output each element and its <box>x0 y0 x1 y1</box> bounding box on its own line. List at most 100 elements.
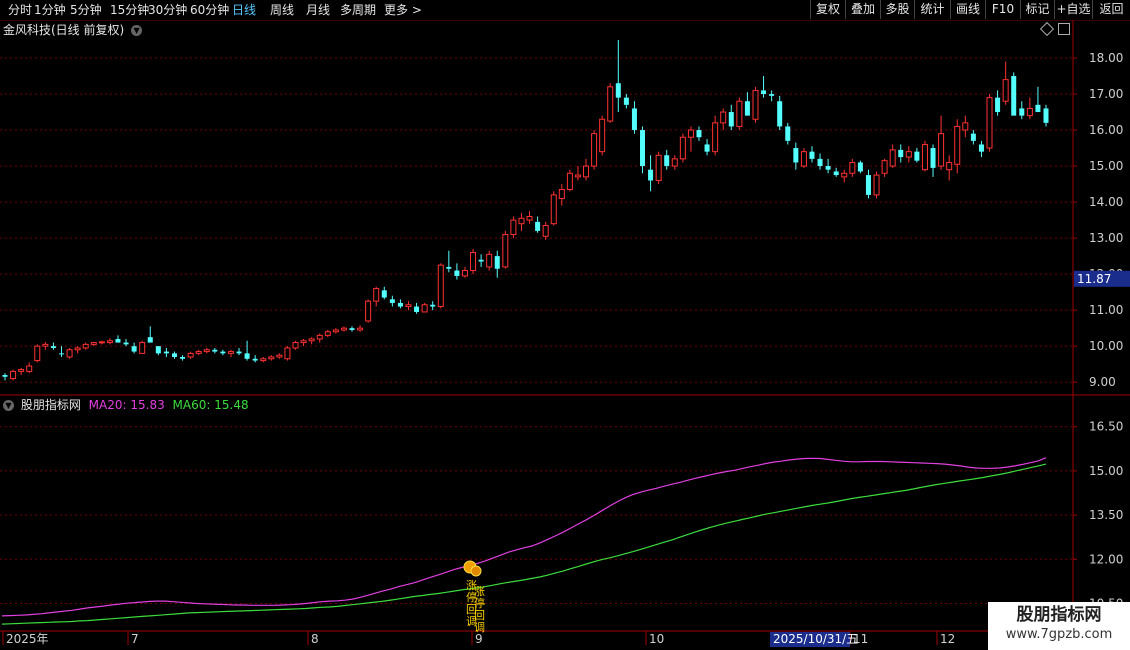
candle-body-down <box>769 94 775 96</box>
candle-body-down <box>696 130 702 138</box>
candle-body-down <box>914 151 920 161</box>
candle-body-down <box>180 356 186 359</box>
candle-body-up <box>268 356 275 360</box>
watermark-name: 股朋指标网 <box>1016 605 1102 625</box>
candle-body-down <box>785 126 791 141</box>
indicator-axis-label: 12.00 <box>1089 552 1123 566</box>
candle-body-up <box>405 304 412 308</box>
candle-body-up <box>921 143 928 171</box>
candle-body-up <box>510 219 517 236</box>
candle-body-down <box>1035 104 1041 113</box>
ma20-line <box>1 457 1047 617</box>
candle-body-up <box>74 347 81 351</box>
candle-body-down <box>535 221 541 231</box>
candle-body-down <box>970 133 976 141</box>
candle-body-up <box>550 194 557 225</box>
candle-body-down <box>857 162 863 172</box>
candle-body-up <box>671 158 678 167</box>
candle-body-up <box>203 349 210 353</box>
candle-body-down <box>349 328 355 330</box>
candle-body-up <box>849 161 856 174</box>
candle-body-up <box>574 174 581 178</box>
candle-body-up <box>82 343 89 349</box>
cursor-date-label: 2025/10/31/五 <box>773 632 858 646</box>
stock-title: 金风科技(日线 前复权) <box>3 23 125 37</box>
current-price-label: 11.87 <box>1077 272 1111 286</box>
candle-body-up <box>324 331 331 336</box>
candle-body-down <box>478 259 484 262</box>
candle-body-up <box>90 342 97 345</box>
price-axis-label: 11.00 <box>1089 303 1123 317</box>
candle-body-up <box>526 216 533 221</box>
ma60-label: MA60: 15.48 <box>172 398 249 412</box>
candle-body-down <box>454 270 460 276</box>
candle-body-down <box>728 112 734 127</box>
candle-body-down <box>809 151 815 159</box>
candle-body-down <box>381 290 387 298</box>
candle-body-up <box>607 86 614 122</box>
watermark: 股朋指标网 www.7gpzb.com <box>988 602 1130 650</box>
candle-body-down <box>640 130 646 167</box>
candle-body-down <box>817 158 823 167</box>
candle-body-down <box>414 306 420 312</box>
candle-body-up <box>308 338 315 342</box>
candle-body-down <box>252 358 258 361</box>
indicator-axis-label: 15.00 <box>1089 464 1123 478</box>
candle-body-up <box>599 118 606 153</box>
candle-body-up <box>195 351 202 354</box>
candle-body-up <box>583 165 590 178</box>
price-axis-label: 16.00 <box>1089 123 1123 137</box>
candle-body-down <box>833 171 839 176</box>
candle-body-up <box>502 234 509 268</box>
candle-body-up <box>542 225 549 237</box>
candle-body-down <box>397 302 403 307</box>
candle-body-down <box>244 353 250 359</box>
candle-body-down <box>2 374 8 377</box>
candle-body-down <box>793 148 799 163</box>
candle-body-up <box>687 129 694 138</box>
indicator-name[interactable]: 股朋指标网 <box>21 398 81 412</box>
candle-body-down <box>1011 76 1017 116</box>
candle-body-down <box>978 144 984 152</box>
candle-body-up <box>679 136 686 160</box>
candle-body-up <box>889 149 896 167</box>
candle-body-up <box>98 341 105 344</box>
candle-body-up <box>470 252 477 272</box>
candle-body-up <box>34 345 41 362</box>
candle-body-up <box>421 304 428 313</box>
chevron-down-icon[interactable]: ▼ <box>3 400 14 411</box>
candle-body-down <box>865 175 871 195</box>
candle-body-up <box>284 347 291 360</box>
candle-body-up <box>260 358 267 362</box>
candle-body-up <box>10 370 17 380</box>
candle-body-down <box>623 97 629 105</box>
window-maximize-icon[interactable] <box>1058 23 1070 35</box>
candle-body-up <box>736 100 743 127</box>
candle-body-up <box>106 340 113 344</box>
time-axis-label: 10 <box>649 632 664 646</box>
kline-chart[interactable]: 18.00 17.00 16.00 15.00 14.00 13.00 12.00 11.00… <box>0 0 1130 650</box>
ma60-line <box>1 463 1047 625</box>
candle-body-up <box>365 300 372 322</box>
candle-body-down <box>898 149 904 158</box>
candle-body-down <box>220 351 226 354</box>
candle-body-up <box>18 369 25 372</box>
time-axis-label: 2025年 <box>6 632 49 646</box>
ma20-label: MA20: 15.83 <box>88 398 165 412</box>
candle-body-down <box>430 304 436 307</box>
candle-body-down <box>171 353 177 357</box>
candle-body-up <box>986 97 993 149</box>
price-axis-label: 17.00 <box>1089 87 1123 101</box>
price-axis-label: 15.00 <box>1089 159 1123 173</box>
candle-body-up <box>66 349 73 358</box>
chevron-down-icon[interactable]: ▼ <box>131 25 143 36</box>
candle-body-down <box>930 148 936 168</box>
price-axis-label: 13.00 <box>1089 231 1123 245</box>
candle-body-down <box>236 351 242 354</box>
watermark-url: www.7gpzb.com <box>1005 627 1113 642</box>
candle-body-up <box>566 172 573 190</box>
candle-body-down <box>777 101 783 127</box>
candle-body-up <box>357 327 364 331</box>
time-axis-label: 8 <box>311 632 319 646</box>
candle-body-down <box>615 83 621 98</box>
